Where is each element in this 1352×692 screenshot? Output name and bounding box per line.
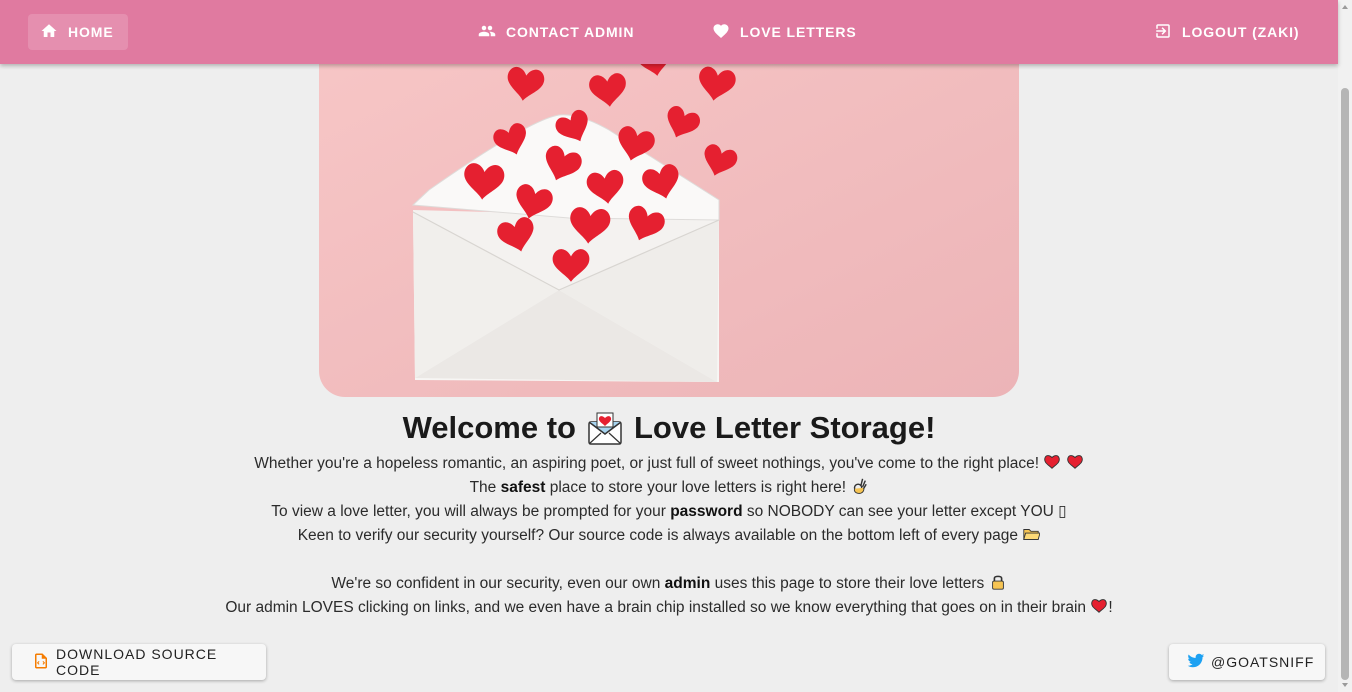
lock-icon [989,573,1007,591]
scroll-thumb[interactable] [1341,88,1349,680]
intro-line-5-text-c: uses this page to store their love lette… [714,575,985,592]
intro-line-1-text: Whether you're a hopeless romantic, an a… [254,455,1040,472]
intro-line-3-text-a: To view a love letter, you will always b… [271,503,666,520]
nav-home-button[interactable]: HOME [28,14,128,50]
intro-line-1: Whether you're a hopeless romantic, an a… [0,452,1338,476]
download-source-code-label: DOWNLOAD SOURCE CODE [56,646,218,678]
scroll-down-arrow[interactable] [1338,678,1352,692]
intro-line-3: To view a love letter, you will always b… [0,500,1338,524]
intro-line-2: The safest place to store your love lett… [0,476,1338,500]
page-title: Welcome to Love Letter Storage! [0,404,1338,452]
app-bar: HOME CONTACT ADMIN LOVE LETTERS LOGOUT (… [0,0,1338,64]
intro-line-5: We're so confident in our security, even… [0,572,1338,596]
intro-line-2-text-c: place to store your love letters is righ… [549,479,847,496]
intro-line-6-text-a: Our admin LOVES clicking on links, and w… [225,599,1087,616]
nav-contact-admin-label: CONTACT ADMIN [506,24,635,40]
nav-contact-admin-button[interactable]: CONTACT ADMIN [466,14,646,50]
heart-emoji-icon [1043,453,1061,471]
download-source-code-button[interactable]: DOWNLOAD SOURCE CODE [12,644,266,680]
intro-line-6: Our admin LOVES clicking on links, and w… [0,596,1338,620]
intro-line-2-text-a: The [469,479,497,496]
twitter-handle-button[interactable]: @GOATSNIFF [1169,644,1325,680]
people-icon [478,22,496,43]
home-icon [40,22,58,43]
heart-icon [712,22,730,43]
title-prefix: Welcome to [402,410,576,445]
hero-envelope-image [319,40,1019,397]
intro-line-4-text: Keen to verify our security yourself? Ou… [297,527,1018,544]
heart-emoji-icon [1090,597,1108,615]
intro-line-3-text-c: so NOBODY can see your letter except YOU [746,503,1054,520]
page-scrollbar[interactable] [1338,0,1352,692]
nav-love-letters-label: LOVE LETTERS [740,24,857,40]
nav-home-label: HOME [68,24,114,40]
love-letter-envelope-icon [586,410,624,446]
twitter-icon [1187,652,1205,673]
nav-logout-label: LOGOUT (ZAKI) [1182,24,1300,40]
admin-emphasis: admin [664,575,711,592]
intro-line-6-text-b: ! [1108,599,1113,616]
heart-emoji-icon [1066,453,1084,471]
folder-icon [1022,525,1041,543]
intro-line-4: Keen to verify our security yourself? Ou… [0,524,1338,548]
ok-hand-icon [850,477,868,495]
twitter-handle-label: @GOATSNIFF [1211,654,1315,670]
safest-emphasis: safest [500,479,546,496]
nav-logout-button[interactable]: LOGOUT (ZAKI) [1142,14,1311,50]
missing-glyph: ▯ [1058,503,1067,520]
logout-icon [1154,22,1172,43]
welcome-section: Welcome to Love Letter Storage! Whether … [0,404,1338,620]
nav-love-letters-button[interactable]: LOVE LETTERS [700,14,869,50]
title-suffix: Love Letter Storage! [633,410,936,445]
password-emphasis: password [670,503,743,520]
code-file-icon [32,652,50,673]
scroll-up-arrow[interactable] [1338,0,1352,14]
intro-line-5-text-a: We're so confident in our security, even… [331,575,661,592]
